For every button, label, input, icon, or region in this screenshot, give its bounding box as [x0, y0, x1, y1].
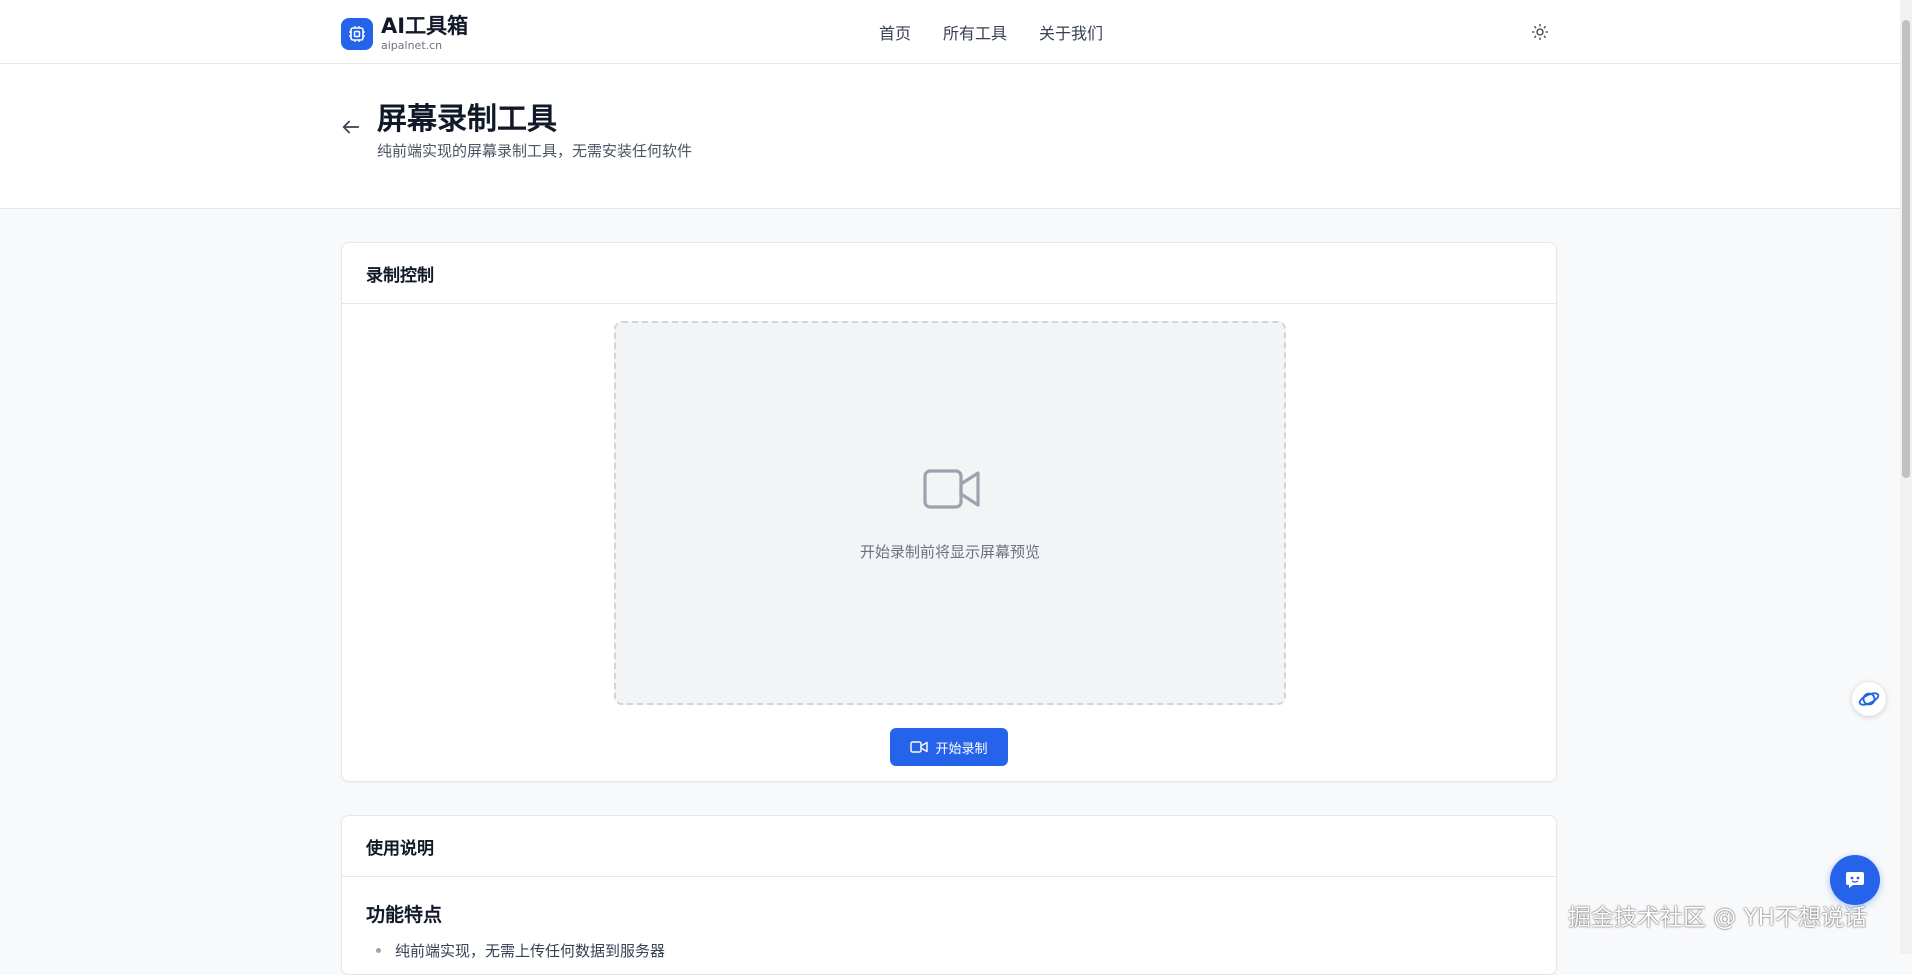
- video-camera-icon: [923, 469, 980, 509]
- watermark: 掘金技术社区 @ YH不想说话: [1568, 905, 1867, 931]
- main-nav: 首页 所有工具 关于我们: [879, 20, 1103, 44]
- page-title: 屏幕录制工具: [377, 102, 557, 137]
- video-camera-icon: [910, 741, 929, 753]
- chip-icon: [341, 17, 373, 50]
- page-subtitle: 纯前端实现的屏幕录制工具，无需安装任何软件: [377, 142, 693, 160]
- planet-icon: [1858, 692, 1880, 706]
- page-hero: 屏幕录制工具 纯前端实现的屏幕录制工具，无需安装任何软件: [0, 64, 1900, 209]
- top-navbar: AI工具箱 aipalnet.cn 首页 所有工具 关于我们: [0, 0, 1900, 64]
- recording-control-card: 录制控制 开始录制前将显示屏幕预览 开始录制: [341, 242, 1557, 782]
- extension-floating-button[interactable]: [1852, 682, 1886, 716]
- page-scrollbar[interactable]: [1900, 0, 1912, 954]
- nav-home[interactable]: 首页: [879, 20, 911, 44]
- logo-subtitle: aipalnet.cn: [381, 39, 443, 52]
- logo-title: AI工具箱: [381, 14, 469, 38]
- start-recording-label: 开始录制: [935, 741, 988, 757]
- start-recording-button[interactable]: 开始录制: [890, 728, 1008, 766]
- card-title: 使用说明: [342, 816, 1556, 877]
- list-item: 纯前端实现，无需上传任何数据到服务器: [376, 940, 665, 961]
- sun-icon: [1531, 23, 1549, 41]
- site-logo[interactable]: AI工具箱 aipalnet.cn: [341, 16, 468, 51]
- features-heading: 功能特点: [366, 904, 443, 926]
- nav-about-us[interactable]: 关于我们: [1039, 20, 1103, 44]
- chat-bot-icon: [1846, 872, 1864, 888]
- preview-placeholder-text: 开始录制前将显示屏幕预览: [859, 543, 1040, 561]
- back-arrow-icon[interactable]: [340, 116, 362, 138]
- bullet: [376, 948, 381, 953]
- theme-toggle-button[interactable]: [1528, 20, 1552, 44]
- instructions-card: 使用说明 功能特点 纯前端实现，无需上传任何数据到服务器: [341, 815, 1557, 975]
- screen-preview-area: 开始录制前将显示屏幕预览: [614, 321, 1286, 705]
- card-title: 录制控制: [342, 243, 1556, 304]
- scrollbar-thumb[interactable]: [1902, 20, 1910, 478]
- feature-text: 纯前端实现，无需上传任何数据到服务器: [395, 942, 666, 960]
- nav-all-tools[interactable]: 所有工具: [943, 20, 1007, 44]
